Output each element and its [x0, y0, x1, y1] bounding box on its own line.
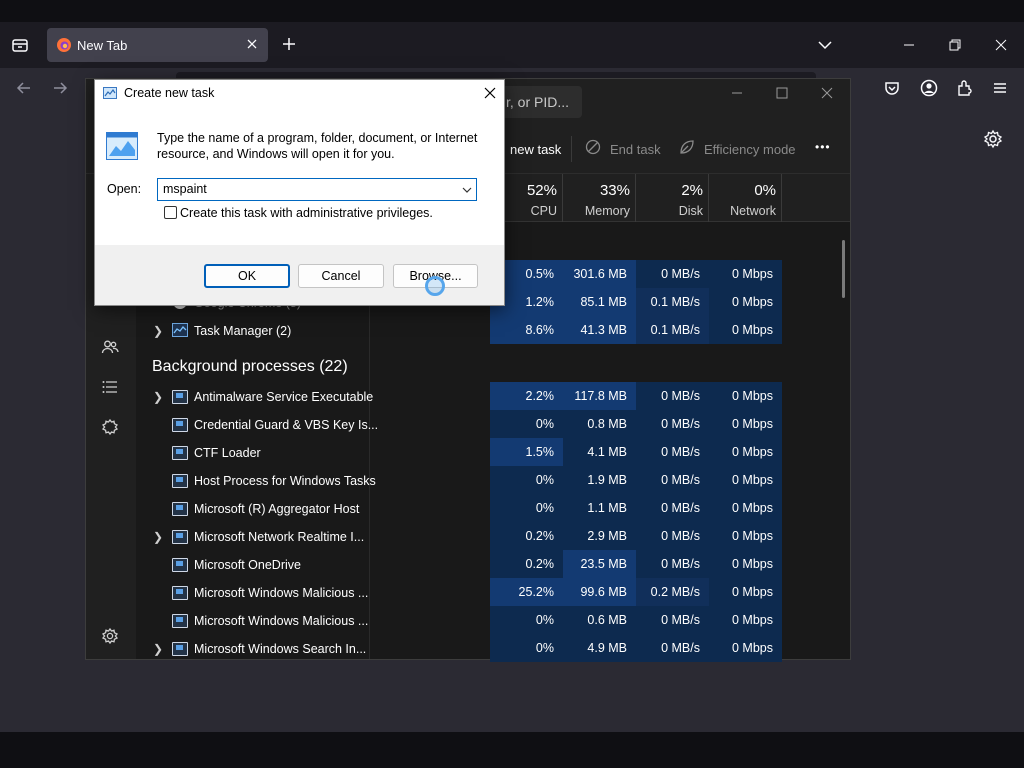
- efficiency-leaf-icon: [679, 139, 695, 155]
- expand-chevron-icon[interactable]: ❯: [153, 324, 163, 338]
- dialog-close-icon[interactable]: [483, 86, 497, 100]
- pocket-icon[interactable]: [884, 80, 900, 96]
- dialog-body: [95, 108, 504, 245]
- end-task-icon: [585, 139, 601, 155]
- back-icon[interactable]: [16, 80, 32, 96]
- cancel-button[interactable]: Cancel: [298, 264, 384, 288]
- combobox-chevron-icon[interactable]: [461, 184, 473, 196]
- more-options-button[interactable]: •••: [815, 140, 831, 154]
- memory-header-pct[interactable]: 33%: [560, 182, 630, 199]
- dialog-title: Create new task: [124, 86, 215, 100]
- details-list-icon[interactable]: [101, 378, 119, 396]
- run-app-icon: [103, 87, 117, 99]
- tm-maximize-icon[interactable]: [775, 86, 789, 100]
- bottom-bar: [0, 732, 1024, 768]
- tab-list-icon[interactable]: [11, 36, 29, 54]
- menu-icon[interactable]: [992, 80, 1008, 96]
- task-manager-icon: [172, 323, 188, 337]
- tab-title: New Tab: [77, 38, 128, 53]
- restore-icon[interactable]: [948, 38, 962, 52]
- users-icon[interactable]: [101, 338, 119, 356]
- close-icon[interactable]: [245, 37, 259, 51]
- network-header-label[interactable]: Network: [706, 204, 776, 218]
- busy-cursor-icon: [425, 276, 445, 296]
- new-tab-icon[interactable]: [281, 36, 297, 52]
- firefox-icon: [56, 37, 72, 53]
- forward-icon[interactable]: [52, 80, 68, 96]
- memory-header-label[interactable]: Memory: [560, 204, 630, 218]
- tm-close-icon[interactable]: [820, 86, 834, 100]
- admin-checkbox-label[interactable]: Create this task with administrative pri…: [180, 206, 433, 220]
- disk-header-label[interactable]: Disk: [633, 204, 703, 218]
- search-placeholder: r, or PID...: [506, 94, 570, 110]
- chevron-down-icon[interactable]: [817, 37, 833, 53]
- run-new-task-button[interactable]: new task: [510, 142, 561, 157]
- open-field[interactable]: [163, 181, 453, 197]
- tm-minimize-icon[interactable]: [730, 86, 744, 100]
- minimize-icon[interactable]: [902, 38, 916, 52]
- services-icon[interactable]: [101, 418, 119, 436]
- close-window-icon[interactable]: [994, 38, 1008, 52]
- run-dialog-icon: [106, 132, 138, 160]
- scrollbar-thumb[interactable]: [842, 240, 845, 298]
- efficiency-mode-button[interactable]: Efficiency mode: [704, 142, 796, 157]
- settings-gear-icon[interactable]: [983, 129, 1003, 149]
- network-header-pct[interactable]: 0%: [706, 182, 776, 199]
- toolbar-divider: [571, 136, 572, 162]
- column-divider: [781, 174, 782, 222]
- tm-settings-icon[interactable]: [101, 627, 119, 645]
- disk-header-pct[interactable]: 2%: [633, 182, 703, 199]
- open-label: Open:: [107, 182, 142, 196]
- dialog-message: Type the name of a program, folder, docu…: [157, 131, 478, 161]
- background-processes-title: Background processes (22): [152, 358, 348, 375]
- end-task-button[interactable]: End task: [610, 142, 661, 157]
- account-icon[interactable]: [920, 79, 938, 97]
- top-bar: [0, 0, 1024, 22]
- extensions-icon[interactable]: [956, 79, 974, 97]
- process-name[interactable]: Task Manager (2): [194, 324, 291, 338]
- admin-checkbox[interactable]: [164, 206, 177, 219]
- ok-button[interactable]: OK: [204, 264, 290, 288]
